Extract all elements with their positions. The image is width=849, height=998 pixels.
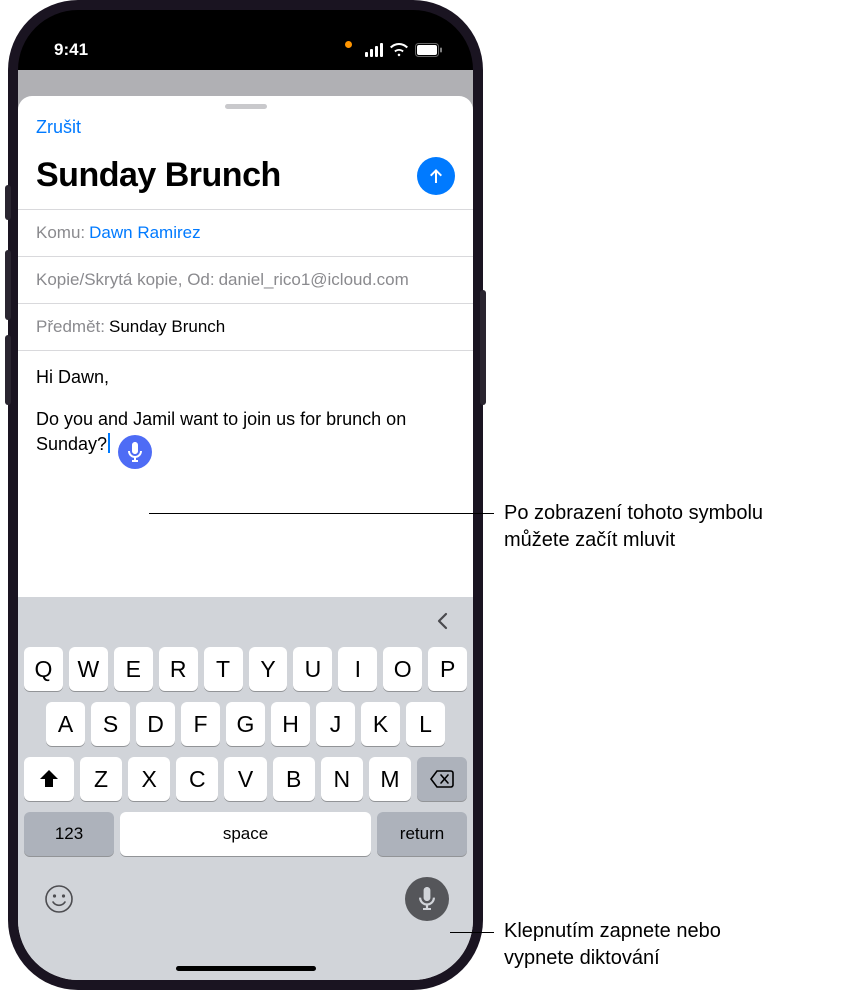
arrow-up-icon [426, 166, 446, 186]
cancel-button[interactable]: Zrušit [18, 113, 473, 144]
mic-in-use-dot [345, 41, 352, 48]
home-indicator[interactable] [176, 966, 316, 971]
body-greeting: Hi Dawn, [36, 365, 455, 389]
key-shift[interactable] [24, 757, 74, 801]
key-k[interactable]: K [361, 702, 400, 746]
suggestion-1[interactable] [28, 603, 218, 639]
subject-value: Sunday Brunch [109, 317, 225, 337]
volume-down [5, 335, 11, 405]
key-c[interactable]: C [176, 757, 218, 801]
key-space[interactable]: space [120, 812, 371, 856]
from-address: daniel_rico1@icloud.com [219, 270, 409, 290]
sheet-grabber[interactable] [225, 104, 267, 109]
key-x[interactable]: X [128, 757, 170, 801]
key-h[interactable]: H [271, 702, 310, 746]
key-e[interactable]: E [114, 647, 153, 691]
key-s[interactable]: S [91, 702, 130, 746]
callout-dictation-badge: Po zobrazení tohoto symbolu můžete začít… [504, 500, 774, 554]
cc-bcc-from-field[interactable]: Kopie/Skrytá kopie, Od: daniel_rico1@icl… [18, 256, 473, 303]
suggestion-2[interactable] [226, 603, 416, 639]
to-label: Komu: [36, 223, 85, 243]
key-123[interactable]: 123 [24, 812, 114, 856]
emoji-button[interactable] [42, 882, 76, 916]
key-o[interactable]: O [383, 647, 422, 691]
key-i[interactable]: I [338, 647, 377, 691]
key-y[interactable]: Y [249, 647, 288, 691]
key-row-1: Q W E R T Y U I O P [24, 647, 467, 691]
suggestion-bar [18, 597, 473, 645]
emoji-icon [44, 884, 74, 914]
battery-icon [415, 43, 443, 57]
cell-signal-icon [365, 43, 384, 57]
key-return[interactable]: return [377, 812, 467, 856]
volume-up [5, 250, 11, 320]
callout-line-2 [450, 932, 494, 933]
text-cursor [108, 433, 110, 453]
key-z[interactable]: Z [80, 757, 122, 801]
dictation-button[interactable] [405, 877, 449, 921]
side-button [480, 290, 486, 405]
microphone-icon [418, 887, 436, 911]
key-r[interactable]: R [159, 647, 198, 691]
wifi-icon [390, 43, 408, 57]
key-q[interactable]: Q [24, 647, 63, 691]
key-row-3: Z X C V B N M [24, 757, 467, 801]
suggestion-collapse[interactable] [423, 603, 463, 639]
key-delete[interactable] [417, 757, 467, 801]
iphone-frame: 9:41 Zrušit Sunday Brunch [8, 0, 483, 990]
mute-switch [5, 185, 11, 220]
key-row-4: 123 space return [24, 812, 467, 856]
dynamic-island [181, 32, 311, 70]
cc-bcc-label: Kopie/Skrytá kopie, Od: [36, 270, 215, 290]
microphone-icon [127, 442, 143, 462]
keyboard: Q W E R T Y U I O P A S D [18, 597, 473, 980]
key-t[interactable]: T [204, 647, 243, 691]
key-v[interactable]: V [224, 757, 266, 801]
callout-mic-toggle: Klepnutím zapnete nebo vypnete diktování [504, 918, 774, 972]
body-text: Do you and Jamil want to join us for bru… [36, 409, 406, 453]
dictation-indicator [118, 435, 152, 469]
to-field[interactable]: Komu: Dawn Ramirez [18, 209, 473, 256]
key-u[interactable]: U [293, 647, 332, 691]
key-j[interactable]: J [316, 702, 355, 746]
callout-line-1 [149, 513, 494, 514]
key-d[interactable]: D [136, 702, 175, 746]
subject-label: Předmět: [36, 317, 105, 337]
to-recipient[interactable]: Dawn Ramirez [89, 223, 200, 243]
key-b[interactable]: B [273, 757, 315, 801]
key-f[interactable]: F [181, 702, 220, 746]
compose-sheet: Zrušit Sunday Brunch Komu: Dawn Ramirez … [18, 96, 473, 980]
chevron-left-icon [435, 612, 451, 630]
subject-field[interactable]: Předmět: Sunday Brunch [18, 303, 473, 351]
key-row-2: A S D F G H J K L [24, 702, 467, 746]
shift-icon [39, 770, 59, 788]
status-time: 9:41 [54, 40, 88, 60]
key-a[interactable]: A [46, 702, 85, 746]
key-g[interactable]: G [226, 702, 265, 746]
key-w[interactable]: W [69, 647, 108, 691]
key-n[interactable]: N [321, 757, 363, 801]
compose-title: Sunday Brunch [36, 156, 281, 195]
message-body[interactable]: Hi Dawn, Do you and Jamil want to join u… [18, 351, 473, 474]
key-l[interactable]: L [406, 702, 445, 746]
key-m[interactable]: M [369, 757, 411, 801]
delete-icon [430, 770, 454, 788]
key-p[interactable]: P [428, 647, 467, 691]
send-button[interactable] [417, 157, 455, 195]
